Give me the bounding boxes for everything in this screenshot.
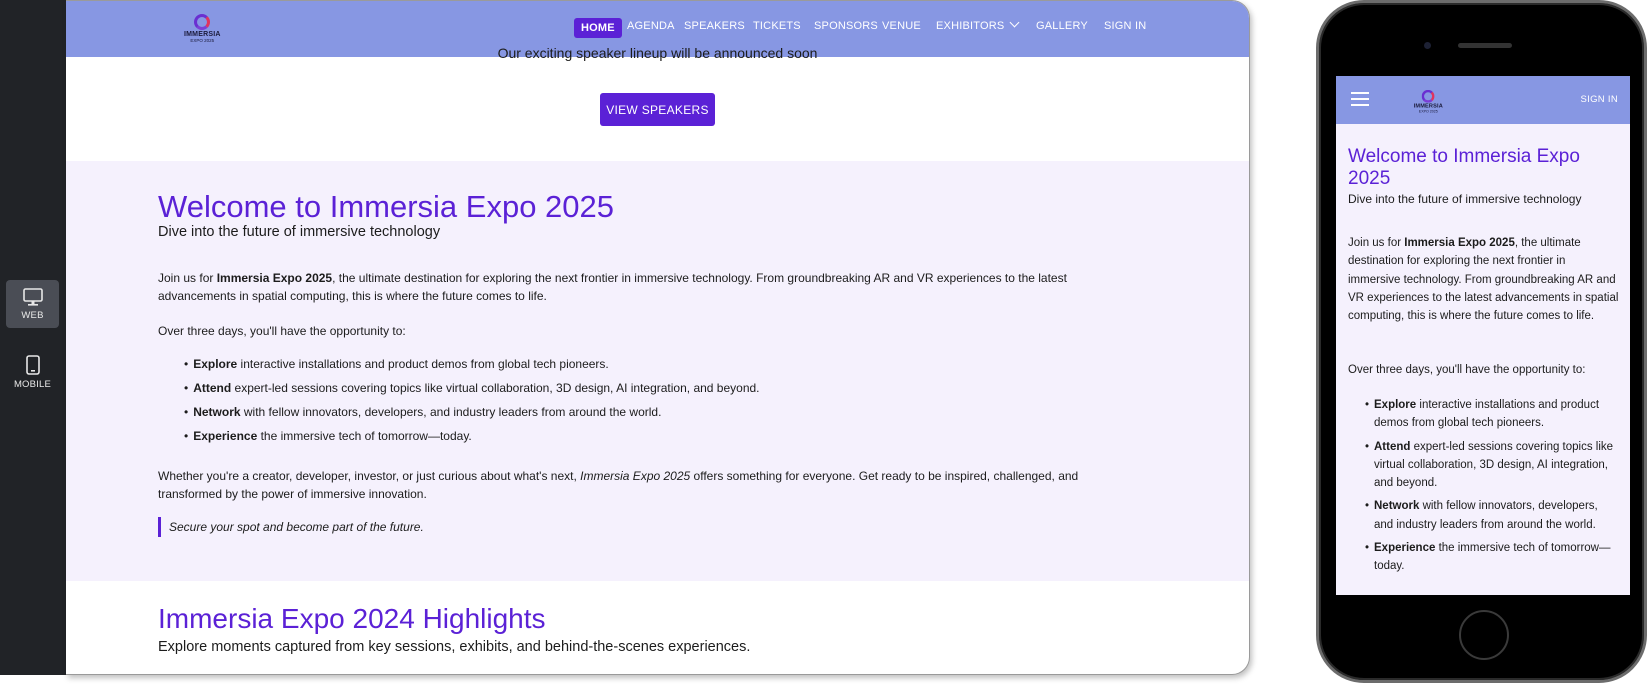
welcome-subtitle: Dive into the future of immersive techno… xyxy=(158,224,441,240)
list-item: Explore interactive installations and pr… xyxy=(184,355,760,373)
list-item: Attend expert-led sessions covering topi… xyxy=(184,379,760,397)
list-item-text: with fellow innovators, developers, and … xyxy=(240,405,662,419)
list-item-text: the immersive tech of tomorrow—today. xyxy=(257,429,472,443)
welcome-paragraph-3: Whether you're a creator, developer, inv… xyxy=(158,467,1118,503)
p1-pre: Join us for xyxy=(158,271,217,285)
mobile-paragraph-1: Join us for Immersia Expo 2025, the ulti… xyxy=(1348,234,1620,325)
nav-gallery[interactable]: GALLERY xyxy=(1036,20,1088,32)
p1-pre: Join us for xyxy=(1348,237,1405,249)
nav-tickets[interactable]: TICKETS xyxy=(753,20,801,32)
list-item-bold: Network xyxy=(193,405,241,419)
p1-bold: Immersia Expo 2025 xyxy=(1404,237,1515,249)
site-logo[interactable]: IMMERSIA EXPO 2025 xyxy=(184,14,221,43)
list-item-bold: Explore xyxy=(193,357,238,371)
mobile-paragraph-2: Over three days, you'll have the opportu… xyxy=(1348,364,1586,376)
nav-agenda[interactable]: AGENDA xyxy=(627,20,675,32)
p3-italic: Immersia Expo 2025 xyxy=(580,469,691,483)
list-item-bold: Experience xyxy=(1374,542,1436,555)
view-speakers-button[interactable]: VIEW SPEAKERS xyxy=(600,93,715,126)
nav-exhibitors-label: EXHIBITORS xyxy=(936,20,1005,32)
p3-pre: Whether you're a creator, developer, inv… xyxy=(158,469,581,483)
logo-name: IMMERSIA xyxy=(184,31,221,38)
list-item-bold: Experience xyxy=(193,429,258,443)
home-button xyxy=(1459,610,1509,660)
nav-sponsors[interactable]: SPONSORS xyxy=(814,20,878,32)
nav-venue[interactable]: VENUE xyxy=(882,20,921,32)
welcome-paragraph-1: Join us for Immersia Expo 2025, the ulti… xyxy=(158,269,1118,305)
hamburger-menu-icon[interactable] xyxy=(1351,92,1369,106)
list-item: Attend expert-led sessions covering topi… xyxy=(1365,438,1614,493)
logo-mark-icon xyxy=(194,14,211,30)
list-item-text: interactive installations and product de… xyxy=(237,357,609,371)
mobile-screen: IMMERSIA EXPO 2025 SIGN IN Welcome to Im… xyxy=(1336,76,1630,595)
nav-home[interactable]: HOME xyxy=(574,18,622,38)
logo-sub: EXPO 2025 xyxy=(1418,109,1438,114)
mobile-welcome-title: Welcome to Immersia Expo 2025 xyxy=(1348,146,1580,189)
list-item: Network with fellow innovators, develope… xyxy=(184,403,760,421)
speaker-grille xyxy=(1458,43,1512,48)
nav-speakers[interactable]: SPEAKERS xyxy=(684,20,745,32)
mobile-navbar: IMMERSIA EXPO 2025 SIGN IN xyxy=(1336,76,1630,124)
logo-sub: EXPO 2025 xyxy=(190,38,215,43)
mobile-opportunity-list: Explore interactive installations and pr… xyxy=(1365,396,1614,581)
web-mode-label: WEB xyxy=(21,309,44,321)
phone-icon xyxy=(25,354,40,375)
opportunity-list: Explore interactive installations and pr… xyxy=(184,355,760,451)
p1-post: , the ultimate destination for exploring… xyxy=(1348,237,1619,323)
chevron-down-icon xyxy=(1009,17,1020,28)
device-mode-panel: WEB MOBILE xyxy=(0,0,66,675)
desktop-preview: IMMERSIA EXPO 2025 HOME AGENDA SPEAKERS … xyxy=(66,0,1250,675)
highlights-title: Immersia Expo 2024 Highlights xyxy=(158,603,546,634)
highlights-subtitle: Explore moments captured from key sessio… xyxy=(158,639,751,655)
welcome-section: Welcome to Immersia Expo 2025 Dive into … xyxy=(66,161,1249,581)
page-content: Our exciting speaker lineup will be anno… xyxy=(66,45,1249,674)
p1-bold: Immersia Expo 2025 xyxy=(216,271,333,285)
list-item: Experience the immersive tech of tomorro… xyxy=(1365,539,1614,576)
mobile-mode-button[interactable]: MOBILE xyxy=(6,348,59,396)
mobile-site-logo[interactable]: IMMERSIA EXPO 2025 xyxy=(1414,89,1443,114)
mobile-mode-label: MOBILE xyxy=(13,378,52,390)
speaker-lineup-text: Our exciting speaker lineup will be anno… xyxy=(497,45,818,61)
list-item-bold: Network xyxy=(1374,500,1420,513)
desktop-icon xyxy=(22,287,43,306)
mobile-welcome-subtitle: Dive into the future of immersive techno… xyxy=(1348,192,1582,206)
list-item-text: expert-led sessions covering topics like… xyxy=(231,381,760,395)
mobile-sign-in[interactable]: SIGN IN xyxy=(1581,94,1618,105)
list-item-bold: Explore xyxy=(1374,399,1417,411)
web-mode-button[interactable]: WEB xyxy=(6,280,59,328)
nav-exhibitors[interactable]: EXHIBITORS xyxy=(936,17,1020,32)
callout-quote: Secure your spot and become part of the … xyxy=(158,517,424,537)
list-item-bold: Attend xyxy=(193,381,232,395)
welcome-paragraph-2: Over three days, you'll have the opportu… xyxy=(158,324,406,338)
camera-icon xyxy=(1424,42,1431,49)
list-item-bold: Attend xyxy=(1374,440,1411,453)
list-item-text: expert-led sessions covering topics like… xyxy=(1374,440,1614,490)
list-item: Experience the immersive tech of tomorro… xyxy=(184,427,760,445)
logo-mark-icon xyxy=(1421,89,1435,103)
mobile-preview: IMMERSIA EXPO 2025 SIGN IN Welcome to Im… xyxy=(1316,0,1647,687)
list-item: Network with fellow innovators, develope… xyxy=(1365,497,1614,534)
welcome-title: Welcome to Immersia Expo 2025 xyxy=(158,189,615,224)
list-item: Explore interactive installations and pr… xyxy=(1365,396,1614,433)
nav-sign-in[interactable]: SIGN IN xyxy=(1104,20,1146,32)
